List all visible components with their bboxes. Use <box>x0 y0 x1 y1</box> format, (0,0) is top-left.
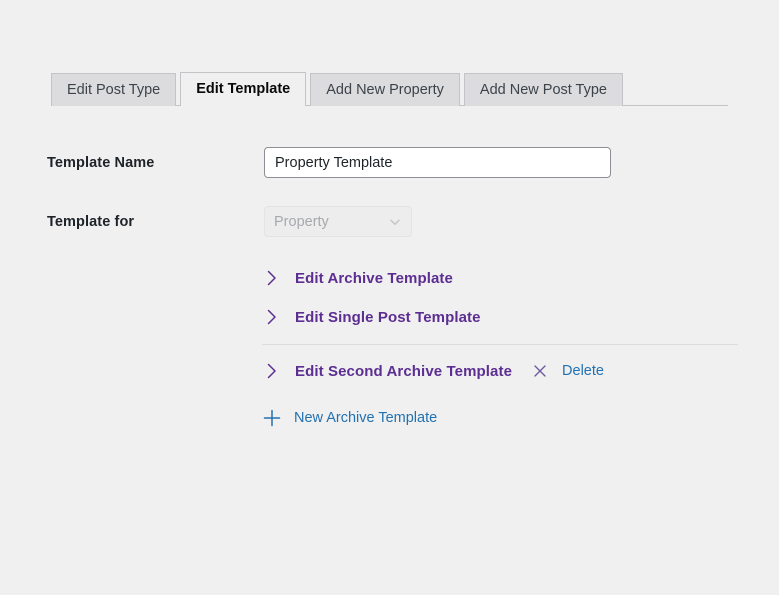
plus-icon <box>261 407 283 429</box>
tab-label: Edit Template <box>196 81 291 98</box>
chevron-right-icon <box>261 267 283 289</box>
tab-edit-template[interactable]: Edit Template <box>180 72 307 106</box>
template-for-value: Property <box>274 213 329 230</box>
tab-add-new-post-type[interactable]: Add New Post Type <box>463 73 623 106</box>
tab-label: Add New Post Type <box>479 81 607 98</box>
tab-add-new-property[interactable]: Add New Property <box>310 73 460 106</box>
template-name-label: Template Name <box>47 155 155 171</box>
row-edit-second-archive-template[interactable]: Edit Second Archive Template Delete <box>261 358 604 384</box>
chevron-down-icon <box>388 215 402 229</box>
tab-label: Add New Property <box>326 81 444 98</box>
section-divider <box>262 344 738 345</box>
page-root: Edit Post Type Edit Template Add New Pro… <box>0 0 779 595</box>
chevron-right-icon <box>261 360 283 382</box>
delete-second-archive-template-link[interactable]: Delete <box>562 363 604 379</box>
tab-bar: Edit Post Type Edit Template Add New Pro… <box>51 72 728 106</box>
close-x-icon[interactable] <box>530 361 550 381</box>
tab-label: Edit Post Type <box>67 81 161 98</box>
edit-second-archive-template-link[interactable]: Edit Second Archive Template <box>295 363 512 380</box>
row-new-archive-template[interactable]: New Archive Template <box>261 405 437 431</box>
row-edit-single-post-template[interactable]: Edit Single Post Template <box>261 304 481 330</box>
tab-edit-post-type[interactable]: Edit Post Type <box>51 73 177 106</box>
chevron-right-icon <box>261 306 283 328</box>
edit-single-post-template-link[interactable]: Edit Single Post Template <box>295 309 481 326</box>
template-for-select[interactable]: Property <box>264 206 412 237</box>
template-name-input[interactable] <box>264 147 611 178</box>
new-archive-template-link[interactable]: New Archive Template <box>294 410 437 426</box>
template-for-label: Template for <box>47 214 135 230</box>
row-edit-archive-template[interactable]: Edit Archive Template <box>261 265 453 291</box>
edit-archive-template-link[interactable]: Edit Archive Template <box>295 270 453 287</box>
